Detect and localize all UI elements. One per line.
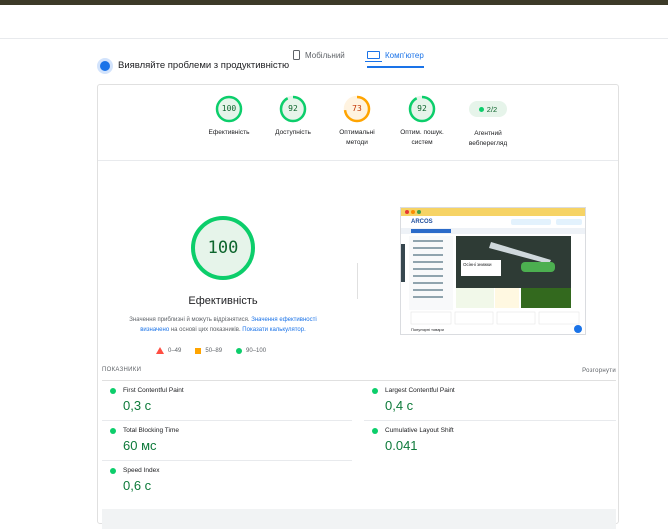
gauge-performance[interactable]: 100 Ефективність — [199, 95, 259, 138]
gauge-accessibility-score: 92 — [288, 104, 298, 113]
pass-dot-icon — [478, 106, 484, 112]
note-link-calculator[interactable]: Показати калькулятор. — [242, 327, 305, 333]
vertical-divider — [357, 263, 358, 299]
score-note: Значення приблизні й можуть відрізнятися… — [116, 315, 330, 335]
tab-desktop[interactable]: Комп'ютер — [365, 44, 424, 68]
pass-dot-icon — [372, 427, 378, 434]
metrics-header: ПОКАЗНИКИ Розгорнути — [102, 367, 616, 381]
performance-main-score: 100 — [207, 238, 239, 258]
note-text-1: Значення приблизні й можуть відрізнятися… — [129, 317, 250, 323]
metric-lcp-value: 0,4 с — [385, 398, 414, 413]
metric-speed-index: Speed Index 0,6 с — [110, 467, 350, 493]
gauge-best-practices-score: 73 — [352, 104, 362, 113]
diagnose-heading: Виявляйте проблеми з продуктивністю — [100, 60, 289, 71]
gauge-accessibility[interactable]: 92 Доступність — [263, 95, 323, 138]
info-dot-icon — [100, 60, 110, 71]
gauge-seo[interactable]: 92 Оптим. пошук. систем — [392, 95, 452, 148]
agentic-badge-value: 2/2 — [486, 104, 498, 114]
gauge-performance-score: 100 — [221, 104, 237, 113]
metric-cls-value: 0.041 — [385, 438, 418, 453]
performance-main-title: Ефективність — [188, 295, 258, 307]
gauge-agentic-browsing[interactable]: 2/2 Агентний вебперегляд — [458, 95, 518, 149]
footer-bar — [102, 509, 616, 529]
metric-tbt: Total Blocking Time 60 мс — [110, 427, 350, 453]
thumbnail-section-title: Популярні товари — [411, 327, 444, 332]
thumbnail-banner-text: Осінні знижки — [463, 262, 492, 267]
metric-divider — [102, 420, 352, 421]
metric-fcp-value: 0,3 с — [123, 398, 152, 413]
page-screenshot-thumbnail[interactable]: ARCOS Осінні знижки Популярні товари — [400, 207, 586, 335]
pass-dot-icon — [372, 387, 378, 394]
expand-metrics-button[interactable]: Розгорнути — [582, 368, 616, 374]
laptop-icon — [365, 51, 382, 62]
metric-cls-name: Cumulative Layout Shift — [385, 427, 454, 434]
gauge-performance-label: Ефективність — [208, 129, 250, 136]
pass-dot-icon — [110, 387, 116, 394]
metric-divider — [364, 420, 616, 421]
legend-pass: 90–100 — [236, 347, 267, 354]
gauge-seo-score: 92 — [417, 104, 427, 113]
pass-dot-icon — [110, 467, 116, 474]
thumbnail-graphic — [401, 208, 585, 333]
metric-si-name: Speed Index — [123, 467, 160, 474]
metric-lcp: Largest Contentful Paint 0,4 с — [372, 387, 612, 413]
tab-mobile-label: Мобільний — [305, 50, 345, 60]
agentic-badge: 2/2 — [469, 101, 507, 117]
legend-average-label: 50–89 — [205, 347, 223, 354]
metric-tbt-name: Total Blocking Time — [123, 427, 179, 434]
legend-average: 50–89 — [195, 347, 223, 354]
pass-dot-icon — [110, 427, 116, 434]
browser-top-strip — [0, 0, 668, 5]
metric-divider — [102, 460, 352, 461]
tab-mobile[interactable]: Мобільний — [293, 44, 345, 66]
metric-tbt-value: 60 мс — [123, 438, 157, 453]
header-divider — [0, 38, 668, 39]
pass-circle-icon — [236, 347, 243, 354]
category-gauges: 100 Ефективність 92 Доступність 73 Оптим… — [98, 85, 618, 161]
legend-fail-label: 0–49 — [168, 347, 182, 354]
tab-desktop-label: Комп'ютер — [385, 50, 424, 60]
fail-triangle-icon — [156, 347, 164, 354]
metric-si-value: 0,6 с — [123, 478, 152, 493]
average-square-icon — [195, 347, 202, 354]
metrics-header-label: ПОКАЗНИКИ — [102, 367, 142, 373]
diagnose-title: Виявляйте проблеми з продуктивністю — [118, 60, 290, 71]
note-text-2: на основі цих показників. — [170, 327, 241, 334]
metric-cls: Cumulative Layout Shift 0.041 — [372, 427, 612, 453]
gauge-best-practices-label: Оптимальні методи — [339, 129, 375, 146]
performance-main-gauge: 100 — [190, 215, 256, 281]
gauge-seo-label: Оптим. пошук. систем — [400, 129, 444, 146]
legend-fail: 0–49 — [156, 347, 181, 354]
legend-pass-label: 90–100 — [246, 347, 267, 354]
report-card: 100 Ефективність 92 Доступність 73 Оптим… — [97, 84, 619, 529]
phone-icon — [293, 50, 300, 60]
score-legend: 0–49 50–89 90–100 — [156, 347, 266, 354]
metric-fcp-name: First Contentful Paint — [123, 387, 184, 394]
gauge-best-practices[interactable]: 73 Оптимальні методи — [327, 95, 387, 148]
gauge-accessibility-label: Доступність — [275, 129, 311, 136]
thumbnail-brand: ARCOS — [411, 219, 433, 225]
metric-lcp-name: Largest Contentful Paint — [385, 387, 455, 394]
gauge-agentic-label: Агентний вебперегляд — [468, 130, 508, 147]
metric-fcp: First Contentful Paint 0,3 с — [110, 387, 350, 413]
